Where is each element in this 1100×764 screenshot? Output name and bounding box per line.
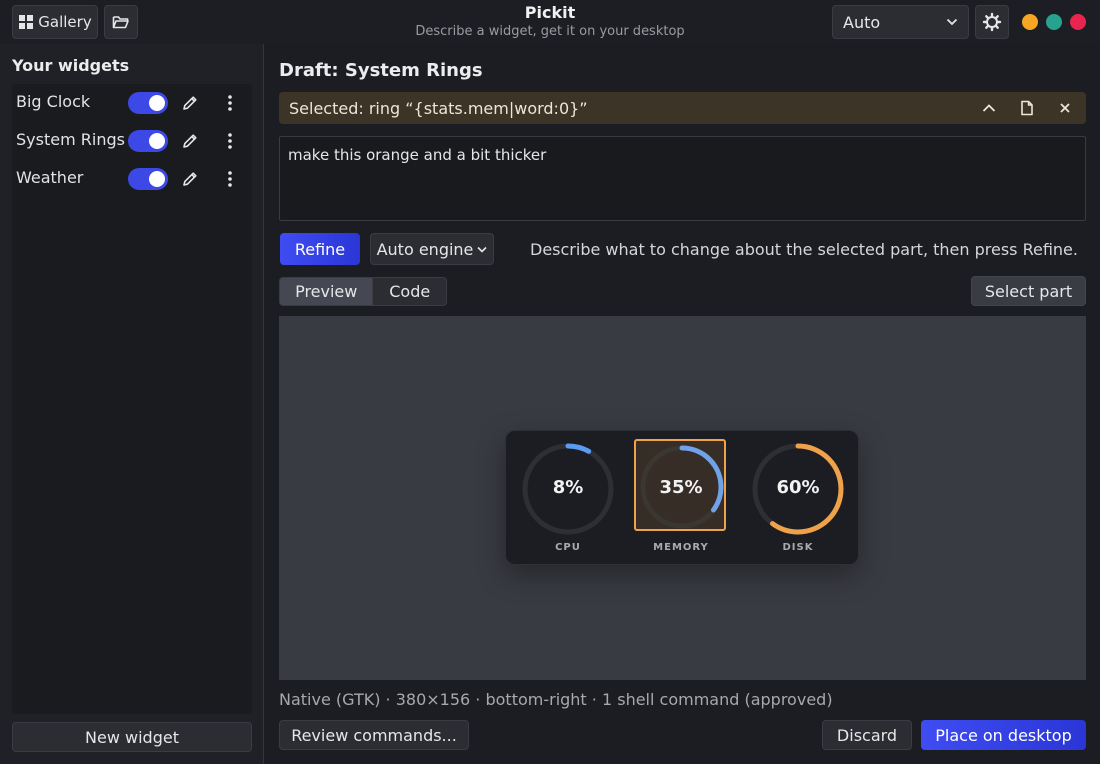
tab-preview[interactable]: Preview: [280, 278, 373, 305]
ring-cpu-value: 8%: [552, 477, 584, 498]
widget-item-system-rings[interactable]: System Rings: [12, 122, 252, 160]
more-vertical-icon[interactable]: [220, 93, 240, 113]
grid-icon: [19, 15, 34, 29]
engine-select-value: Auto engine: [376, 239, 474, 259]
app-subtitle: Describe a widget, get it on your deskto…: [415, 24, 685, 39]
widget-toggle[interactable]: [128, 130, 168, 152]
ring-disk[interactable]: 60% DISK: [750, 441, 846, 561]
selection-bar: Selected: ring “{stats.mem|word:0}”: [279, 92, 1086, 124]
settings-button[interactable]: [975, 5, 1009, 39]
sidebar: Your widgets Big Clock System Rings Weat…: [0, 44, 264, 764]
draft-title: Draft: System Rings: [279, 60, 483, 81]
engine-select[interactable]: Auto engine: [370, 233, 494, 265]
minimize-dot[interactable]: [1022, 14, 1038, 30]
discard-button[interactable]: Discard: [822, 720, 912, 750]
ring-memory[interactable]: 35% MEMORY: [634, 439, 732, 561]
copy-icon[interactable]: [1017, 98, 1037, 118]
pencil-icon[interactable]: [180, 169, 200, 189]
ring-disk-label: DISK: [782, 542, 814, 553]
pencil-icon[interactable]: [180, 131, 200, 151]
refine-prompt-input[interactable]: make this orange and a bit thicker: [279, 136, 1086, 221]
more-vertical-icon[interactable]: [220, 169, 240, 189]
review-commands-button[interactable]: Review commands...: [279, 720, 469, 750]
widget-item-label: Weather: [16, 168, 84, 187]
widget-item-weather[interactable]: Weather: [12, 160, 252, 198]
more-vertical-icon[interactable]: [220, 131, 240, 151]
ring-memory-value: 35%: [659, 477, 703, 498]
gallery-button[interactable]: Gallery: [12, 5, 98, 39]
widget-list: Big Clock System Rings Weather: [12, 84, 252, 714]
maximize-dot[interactable]: [1046, 14, 1062, 30]
folder-open-icon: [112, 16, 129, 29]
ring-disk-value: 60%: [776, 477, 820, 498]
status-line: Native (GTK) · 380×156 · bottom-right · …: [279, 690, 833, 709]
place-on-desktop-button[interactable]: Place on desktop: [921, 720, 1086, 750]
chevron-down-icon: [477, 246, 487, 253]
toggle-knob: [149, 95, 165, 111]
title-bar: Gallery Pickit Describe a widget, get it…: [0, 0, 1100, 44]
view-tabs: Preview Code: [279, 277, 447, 306]
open-folder-button[interactable]: [104, 5, 138, 39]
tab-code[interactable]: Code: [372, 278, 446, 305]
system-rings-widget: 8% CPU 35% MEMORY 60% DISK: [505, 430, 859, 565]
refine-button[interactable]: Refine: [280, 233, 360, 265]
pencil-icon[interactable]: [180, 93, 200, 113]
sidebar-heading: Your widgets: [12, 56, 130, 75]
mode-select-value: Auto: [843, 12, 881, 32]
widget-item-big-clock[interactable]: Big Clock: [12, 84, 252, 122]
widget-item-label: Big Clock: [16, 92, 91, 111]
close-icon[interactable]: [1055, 98, 1075, 118]
title-area: Pickit Describe a widget, get it on your…: [300, 3, 800, 41]
toggle-knob: [149, 133, 165, 149]
chevron-down-icon: [946, 18, 958, 26]
chevron-up-icon[interactable]: [979, 98, 999, 118]
selection-text: Selected: ring “{stats.mem|word:0}”: [289, 99, 588, 118]
widget-toggle[interactable]: [128, 92, 168, 114]
ring-cpu[interactable]: 8% CPU: [520, 441, 616, 561]
refine-hint: Describe what to change about the select…: [530, 240, 1078, 259]
ring-cpu-label: CPU: [555, 542, 581, 553]
main-panel: Draft: System Rings Selected: ring “{sta…: [265, 44, 1100, 764]
new-widget-button[interactable]: New widget: [12, 722, 252, 752]
ring-memory-label: MEMORY: [653, 542, 709, 553]
app-title: Pickit: [524, 3, 576, 22]
gear-icon: [982, 12, 1002, 32]
mode-select[interactable]: Auto: [832, 5, 969, 39]
close-dot[interactable]: [1070, 14, 1086, 30]
gallery-button-label: Gallery: [38, 13, 92, 31]
select-part-button[interactable]: Select part: [971, 276, 1086, 306]
widget-item-label: System Rings: [16, 130, 125, 149]
toggle-knob: [149, 171, 165, 187]
widget-toggle[interactable]: [128, 168, 168, 190]
preview-canvas: 8% CPU 35% MEMORY 60% DISK: [279, 316, 1086, 680]
